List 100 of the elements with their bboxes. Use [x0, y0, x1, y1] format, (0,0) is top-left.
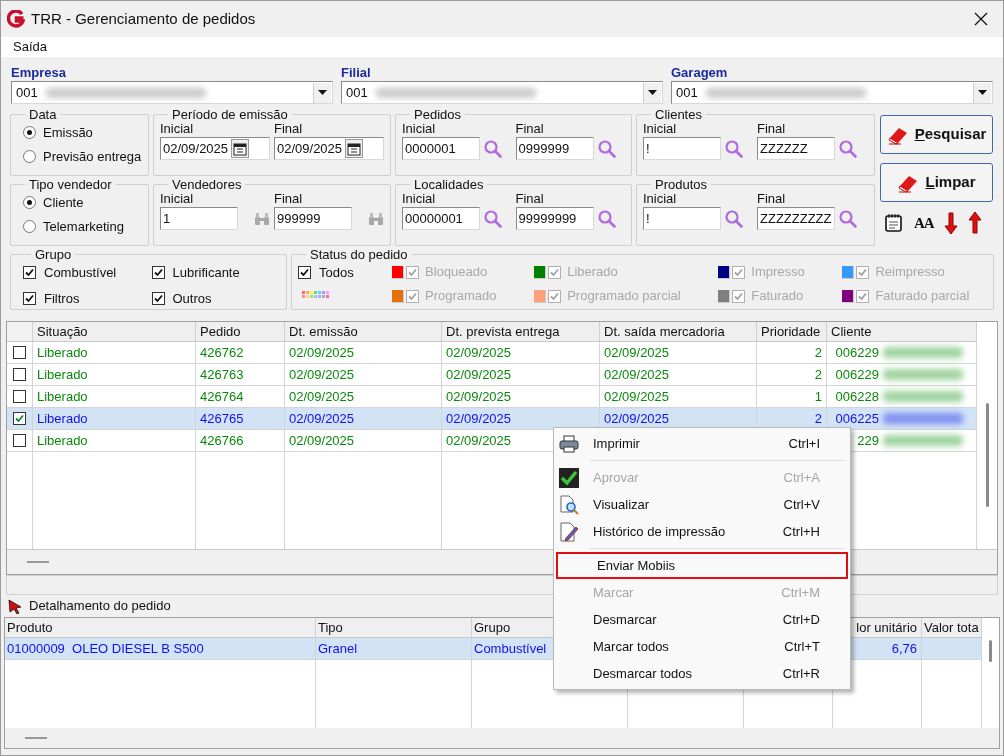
checkbox[interactable]: [151, 291, 165, 305]
checkbox[interactable]: [23, 291, 36, 305]
search-icon: [838, 138, 858, 159]
field-label: Inicial: [402, 121, 436, 137]
scrollbar-thumb[interactable]: [989, 640, 992, 662]
menu-item[interactable]: Saída: [9, 37, 51, 57]
table-cell-text: 01000009 OLEO DIESEL B S500: [7, 640, 204, 658]
combo-box[interactable]: 001: [671, 81, 993, 104]
calendar-icon: [347, 141, 362, 156]
column-header[interactable]: Tipo: [318, 618, 343, 637]
table-cell-text: Liberado: [37, 344, 88, 362]
table-cell-text: Liberado: [37, 432, 88, 450]
search-icon: [724, 208, 744, 229]
option-label: Faturado: [751, 287, 804, 306]
table-cell-text: 02/09/2025: [289, 410, 355, 428]
close-icon: [974, 12, 988, 26]
button[interactable]: Limpar: [880, 163, 993, 202]
table-cell-text: 02/09/2025: [446, 388, 512, 406]
radio-button[interactable]: [23, 219, 36, 233]
table-cell-text: Granel: [318, 640, 358, 658]
menu-item[interactable]: Visualizar Ctrl+V: [554, 491, 850, 518]
option-label: Outros: [172, 289, 212, 308]
radio-button[interactable]: [23, 126, 36, 140]
group-title: Período de emissão: [171, 108, 289, 121]
group-title: Tipo vendedor: [28, 178, 113, 191]
input-field[interactable]: ZZZZZZ: [757, 137, 835, 160]
table-cell-text: 426764: [200, 388, 244, 406]
binoculars-icon: [254, 211, 270, 226]
checkbox[interactable]: [13, 434, 26, 447]
field-label: Garagem: [671, 64, 728, 81]
table-cell-text: 02/09/2025: [604, 344, 670, 362]
field-label: Final: [757, 121, 786, 137]
search-icon: [483, 138, 503, 159]
scrollbar-thumb[interactable]: [985, 403, 989, 507]
table-cell-text: 02/09/2025: [446, 344, 512, 362]
menu-item[interactable]: Histórico de impressão Ctrl+H: [554, 518, 850, 545]
radio-button[interactable]: [23, 196, 36, 210]
field-label: Inicial: [643, 191, 677, 207]
menu-item[interactable]: Enviar Mobiis: [556, 552, 848, 579]
column-header[interactable]: Produto: [7, 618, 53, 637]
checkbox[interactable]: [151, 266, 165, 280]
document-pencil-icon: [559, 521, 579, 542]
checkbox[interactable]: [298, 266, 311, 280]
input-field[interactable]: 99999999: [515, 207, 594, 230]
button[interactable]: Pesquisar: [880, 115, 993, 154]
option-label: Combustível: [44, 264, 117, 282]
field-label: Final: [515, 121, 544, 137]
combo-box[interactable]: 001: [341, 81, 663, 104]
arrow-down-icon: [943, 212, 958, 234]
input-field[interactable]: !: [643, 137, 721, 160]
search-icon: [724, 138, 744, 159]
field-label: Inicial: [402, 191, 436, 207]
table-cell-text: 02/09/2025: [289, 388, 355, 406]
field-label: Final: [274, 191, 303, 207]
input-field[interactable]: !: [643, 207, 721, 230]
date-field[interactable]: 02/09/2025: [274, 137, 384, 160]
arrow-up-icon: [967, 212, 982, 234]
app-logo-icon: [7, 10, 25, 28]
dropdown-arrow-icon: [978, 90, 987, 95]
field-label: Inicial: [160, 191, 194, 207]
input-field[interactable]: 00000001: [402, 207, 480, 230]
table-cell-text: 426766: [200, 432, 244, 450]
menu-item[interactable]: Desmarcar Ctrl+D: [554, 606, 850, 633]
column-header[interactable]: Valor tota: [924, 618, 979, 637]
input-field[interactable]: 1: [160, 207, 238, 230]
column-header[interactable]: Grupo: [474, 618, 511, 637]
dropdown-arrow-icon: [648, 90, 657, 95]
radio-button[interactable]: [23, 149, 36, 163]
window-title: TRR - Gerenciamento de pedidos: [31, 8, 256, 29]
table-cell-text: 6,76: [891, 640, 917, 658]
checkbox[interactable]: [13, 412, 26, 425]
menu-item[interactable]: Desmarcar todos Ctrl+R: [554, 660, 850, 687]
checkbox[interactable]: [13, 390, 26, 403]
table-cell-text: 006229: [834, 344, 879, 362]
checkbox[interactable]: [13, 346, 26, 359]
table-row[interactable]: Liberado 426763 02/09/2025 02/09/2025 02/09/2025 2 006229: [7, 364, 977, 386]
field-label: Final: [515, 191, 544, 207]
checkbox[interactable]: [23, 266, 36, 280]
option-label: Faturado parcial: [875, 287, 970, 306]
font-size-button[interactable]: AA: [914, 215, 934, 231]
search-icon: [596, 138, 617, 159]
dropdown-arrow-icon: [318, 90, 327, 95]
option-label: Telemarketing: [43, 217, 124, 236]
table-row[interactable]: Liberado 426765 02/09/2025 02/09/2025 02/09/2025 2 006225: [7, 408, 977, 430]
table-cell-text: 006225: [834, 410, 879, 428]
option-label: Filtros: [44, 289, 80, 308]
pointer-icon: [7, 598, 23, 614]
input-field[interactable]: ZZZZZZZZZ: [757, 207, 835, 230]
combo-box[interactable]: 001: [11, 81, 333, 104]
table-row[interactable]: Liberado 426762 02/09/2025 02/09/2025 02/09/2025 2 006229: [7, 342, 977, 364]
date-field[interactable]: 02/09/2025: [160, 137, 270, 160]
input-field[interactable]: 0000001: [402, 137, 480, 160]
search-icon: [838, 208, 858, 229]
document-magnifier-icon: [559, 494, 579, 515]
input-field[interactable]: 0999999: [515, 137, 594, 160]
table-cell-text: 006228: [834, 388, 879, 406]
input-field[interactable]: 999999: [274, 207, 352, 230]
table-cell-text: 2: [814, 344, 822, 362]
checkbox[interactable]: [13, 368, 26, 381]
column-header[interactable]: lor unitário: [856, 618, 917, 637]
